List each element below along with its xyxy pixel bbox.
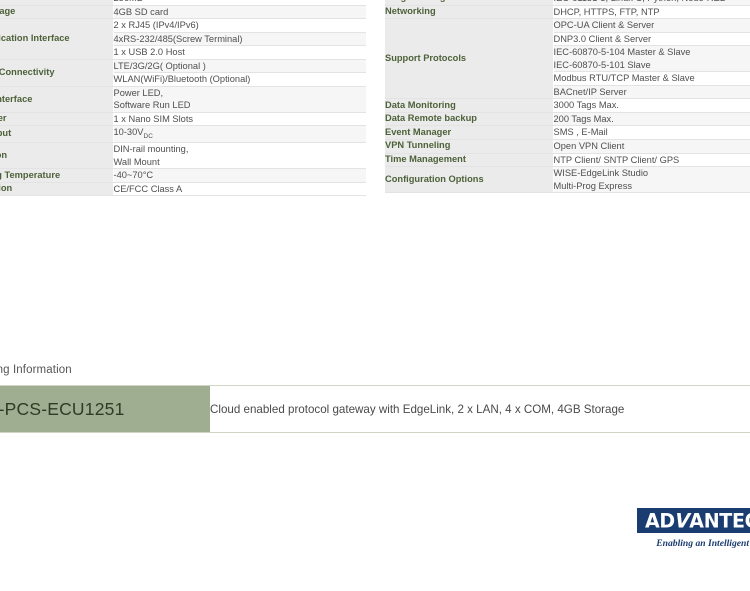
spec-value-right-8-0: WISE-EdgeLink Studio Multi-Prog Express (553, 166, 750, 194)
ordering-information-section: Ordering Information SRP-PCS-ECU1251Clou… (0, 364, 750, 433)
spec-label-right-3: Data Monitoring (385, 98, 554, 113)
advantech-tagline: Enabling an Intelligent Planet (656, 538, 750, 549)
spec-row: Operating Temperature-40~70°C (0, 168, 366, 183)
spec-value-left-2-2: 1 x USB 2.0 Host (113, 45, 366, 60)
spec-table-hardware: Storage256MBData Storage4GB SD cardCommu… (0, 0, 366, 197)
spec-value-left-8-0: -40~70°C (113, 168, 366, 183)
advantech-logo-box: ADVANTECH (637, 508, 750, 533)
spec-value-left-9-0: CE/FCC Class A (113, 182, 366, 197)
ordering-information-heading: Ordering Information (0, 364, 72, 376)
spec-value-left-1-0: 4GB SD card (113, 5, 366, 20)
spec-row: VPN Tunneling Open VPN Client (385, 139, 750, 154)
spec-row: Data Monitoring 3000 Tags Max. (385, 98, 750, 113)
spec-label-left-7: Installation (0, 142, 114, 170)
spec-row: Power Input10-30VDC (0, 125, 366, 143)
ordering-description-0: Cloud enabled protocol gateway with Edge… (210, 385, 750, 433)
spec-value-right-2-1: DNP3.0 Client & Server (553, 32, 750, 47)
spec-row: Data Storage4GB SD card (0, 5, 366, 20)
spec-value-right-2-2: IEC-60870-5-104 Master & Slave IEC-60870-… (553, 45, 750, 73)
wordmark-part-pre: AD (645, 508, 675, 533)
spec-value-left-2-1: 4xRS-232/485(Screw Terminal) (113, 32, 366, 47)
spec-label-left-4: Display Interface (0, 86, 114, 113)
wordmark-part-post: ANTECH (689, 508, 750, 533)
ordering-sku-0: SRP-PCS-ECU1251 (0, 385, 210, 433)
spec-row: Time Management NTP Client/ SNTP Client/ … (385, 153, 750, 168)
spec-label-right-2: Support Protocols (385, 18, 554, 100)
spec-row: Support Protocols OPC-UA Client & Server (385, 18, 750, 100)
spec-table-left-body: Storage256MBData Storage4GB SD cardCommu… (0, 0, 366, 197)
spec-row: Communication Interface2 x RJ45 (IPv4/IP… (0, 18, 366, 60)
spec-value-right-5-0: SMS , E-Mail (553, 125, 750, 140)
ordering-table-body: SRP-PCS-ECU1251Cloud enabled protocol ga… (0, 385, 750, 433)
spec-label-left-3: Wireless Connectivity (0, 59, 114, 87)
spec-label-right-7: Time Management (385, 153, 554, 168)
spec-label-right-6: VPN Tunneling (385, 139, 554, 154)
spec-value-right-4-0: 200 Tags Max. (553, 112, 750, 127)
spec-value-subscript: DC (143, 133, 153, 141)
spec-row: Display InterfacePower LED,Software Run … (0, 86, 366, 113)
spec-value-right-2-4: BACnet/IP Server (553, 85, 750, 100)
spec-value-right-6-0: Open VPN Client (553, 139, 750, 154)
advantech-wordmark: ADVANTECH (637, 509, 750, 532)
spec-value-left-7-0: DIN-rail mounting, Wall Mount (113, 142, 366, 170)
spec-table-right-body: ProgrammingIEC-61131-3, Linux C, Python,… (385, 0, 750, 194)
spec-label-right-1: Networking (385, 5, 554, 20)
spec-value-left-3-1: WLAN(WiFi)/Bluetooth (Optional) (113, 72, 366, 87)
spec-value-right-0-0: IEC-61131-3, Linux C, Python, Node-RED (553, 0, 750, 6)
spec-value-right-1-0: DHCP, HTTPS, FTP, NTP (553, 5, 750, 20)
spec-row: Networking DHCP, HTTPS, FTP, NTP (385, 5, 750, 20)
spec-row: SIM Holder1 x Nano SIM Slots (0, 112, 366, 127)
spec-label-left-1: Data Storage (0, 5, 114, 20)
spec-label-right-4: Data Remote backup (385, 112, 554, 127)
advantech-logo: ADVANTECH Enabling an Intelligent Planet (637, 508, 750, 549)
spec-row: Configuration Options WISE-EdgeLink Studi… (385, 166, 750, 194)
spec-value-right-7-0: NTP Client/ SNTP Client/ GPS (553, 153, 750, 168)
spec-label-right-5: Event Manager (385, 125, 554, 140)
spec-row: Wireless ConnectivityLTE/3G/2G( Optional… (0, 59, 366, 87)
spec-label-left-9: Certification (0, 182, 114, 197)
spec-value-left-2-0: 2 x RJ45 (IPv4/IPv6) (113, 18, 366, 33)
spec-value-right-3-0: 3000 Tags Max. (553, 98, 750, 113)
spec-value-right-2-0: OPC-UA Client & Server (553, 18, 750, 33)
spec-value-left-4-0: Power LED, Software Run LED (113, 86, 366, 113)
spec-label-left-8: Operating Temperature (0, 168, 114, 183)
spec-row: Data Remote backup 200 Tags Max. (385, 112, 750, 127)
spec-row: CertificationCE/FCC Class A (0, 182, 366, 197)
ordering-row: SRP-PCS-ECU1251Cloud enabled protocol ga… (0, 385, 750, 433)
spec-label-left-6: Power Input (0, 125, 114, 143)
spec-table-software: ProgrammingIEC-61131-3, Linux C, Python,… (385, 0, 750, 194)
spec-label-right-8: Configuration Options (385, 166, 554, 194)
spec-label-left-2: Communication Interface (0, 18, 114, 60)
spec-value-left-5-0: 1 x Nano SIM Slots (113, 112, 366, 127)
spec-value-left-3-0: LTE/3G/2G( Optional ) (113, 59, 366, 74)
spec-label-left-5: SIM Holder (0, 112, 114, 127)
spec-value-right-2-3: Modbus RTU/TCP Master & Slave (553, 71, 750, 86)
spec-value-left-6-0: 10-30VDC (113, 125, 366, 143)
ordering-information-table: SRP-PCS-ECU1251Cloud enabled protocol ga… (0, 385, 750, 433)
spec-row: InstallationDIN-rail mounting,Wall Mount (0, 142, 366, 170)
spec-row: Event Manager SMS , E-Mail (385, 125, 750, 140)
